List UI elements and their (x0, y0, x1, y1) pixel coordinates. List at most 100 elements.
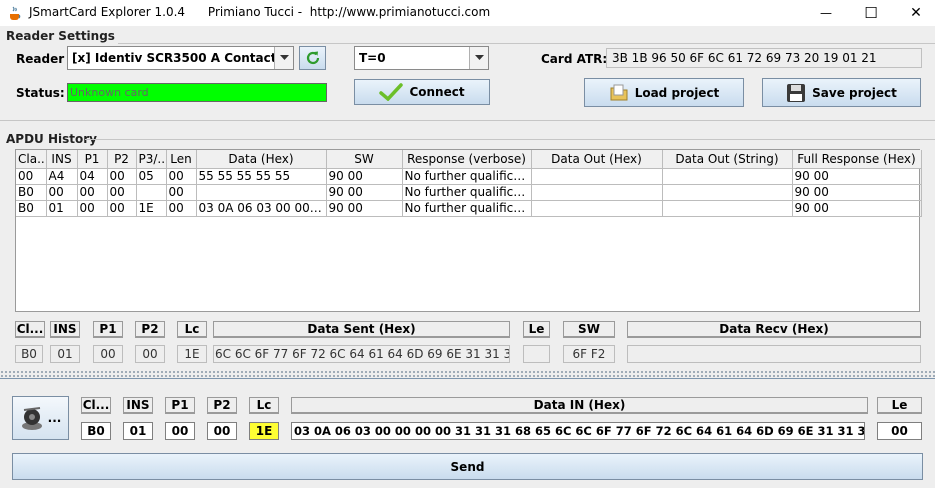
detail-p1-header: P1 (93, 321, 123, 338)
refresh-readers-button[interactable] (299, 46, 326, 70)
save-project-button[interactable]: Save project (762, 78, 921, 107)
detail-ins-header: INS (50, 321, 80, 338)
table-row[interactable]: 00 A4 04 00 05 00 55 55 55 55 55 90 00 No furthe… (16, 168, 922, 185)
settings-bottom-divider (0, 120, 935, 121)
table-cell: 90 00 (326, 168, 403, 185)
table-cell: 01 (46, 200, 78, 217)
java-cup-icon (10, 6, 21, 20)
apdu-history-table[interactable]: Cla... INS P1 P2 P3/... Len Data (Hex) SW Respon… (15, 149, 922, 312)
apdu-history-title: APDU History (6, 132, 97, 146)
column-header[interactable]: P1 (77, 150, 108, 169)
detail-cla-header: Cl... (15, 321, 45, 338)
macro-button-label: ... (47, 411, 62, 425)
table-cell: 03 0A 06 03 00 00 00... (196, 200, 327, 217)
table-cell (531, 184, 663, 201)
column-header[interactable]: INS (46, 150, 78, 169)
table-row[interactable]: B00100001E0003 0A 06 03 00 00 00...90 00… (16, 200, 922, 217)
column-header[interactable]: Len (166, 150, 197, 169)
column-header[interactable]: Data Out (String) (662, 150, 793, 169)
reader-settings-title: Reader Settings (6, 29, 115, 43)
minimize-button[interactable]: — (803, 0, 849, 26)
cmd-data-in-input[interactable]: 03 0A 06 03 00 00 00 00 31 31 31 68 65 6… (291, 422, 865, 440)
detail-p1-value: 00 (93, 345, 123, 363)
reader-label: Reader (16, 52, 65, 66)
column-header[interactable]: Data Out (Hex) (531, 150, 663, 169)
load-project-button[interactable]: Load project (584, 78, 744, 107)
column-header[interactable]: Full Response (Hex) (792, 150, 922, 169)
column-header[interactable]: Response (verbose) (402, 150, 532, 169)
table-cell: 00 (77, 200, 108, 217)
detail-cla-value: B0 (15, 345, 43, 363)
connect-button[interactable]: Connect (354, 79, 490, 105)
reader-select[interactable]: [x] Identiv SCR3500 A Contact Re... (67, 46, 294, 70)
protocol-select[interactable]: T=0 (354, 46, 489, 70)
maximize-button[interactable]: ☐ (848, 0, 894, 26)
checkmark-icon (379, 83, 404, 101)
detail-sw-value: 6F F2 (563, 345, 615, 363)
cmd-lc-input[interactable]: 1E (249, 422, 279, 440)
detail-data-recv-value (627, 345, 921, 363)
table-row[interactable]: B0 00 00 00 00 90 00 No further qualification 9… (16, 184, 922, 201)
refresh-icon (306, 51, 319, 65)
table-cell: 00 (77, 184, 108, 201)
column-header[interactable]: P2 (107, 150, 137, 169)
cmd-p2-input[interactable]: 00 (207, 422, 237, 440)
minimize-icon: — (820, 6, 832, 20)
column-header[interactable]: SW (326, 150, 403, 169)
status-label: Status: (16, 86, 65, 100)
table-cell: 90 00 (326, 184, 403, 201)
table-cell: 00 (46, 184, 78, 201)
send-label: Send (450, 459, 485, 474)
table-cell: 04 (77, 168, 108, 185)
reader-select-value: [x] Identiv SCR3500 A Contact Re... (72, 51, 294, 65)
send-button[interactable]: Send (12, 453, 923, 480)
table-cell: B0 (16, 184, 47, 201)
column-header[interactable]: Cla... (16, 150, 47, 169)
cmd-le-input[interactable]: 00 (877, 422, 922, 440)
table-cell: B0 (16, 200, 47, 217)
cmd-cla-header: Cl... (81, 397, 111, 414)
close-icon: ✕ (910, 5, 922, 21)
table-cell: 90 00 (792, 168, 922, 185)
splitter-line (0, 378, 935, 379)
splitter-handle[interactable] (0, 370, 935, 378)
save-project-label: Save project (812, 85, 897, 100)
cmd-p2-header: P2 (207, 397, 237, 414)
card-atr-label: Card ATR: (541, 52, 608, 66)
table-cell (531, 200, 663, 217)
table-cell: 00 (16, 168, 47, 185)
cmd-p1-header: P1 (165, 397, 195, 414)
column-header[interactable]: Data (Hex) (196, 150, 327, 169)
table-cell: No further qualification (402, 168, 532, 185)
detail-lc-header: Lc (177, 321, 207, 338)
macro-button[interactable]: ... (12, 396, 69, 440)
reel-icon (21, 407, 42, 430)
reader-settings-divider (118, 43, 935, 44)
folder-icon (610, 84, 628, 100)
detail-sw-header: SW (563, 321, 615, 338)
table-cell: 00 (166, 168, 197, 185)
detail-data-sent-header: Data Sent (Hex) (213, 321, 510, 338)
table-cell (662, 184, 793, 201)
cmd-le-header: Le (877, 397, 922, 414)
detail-p2-value: 00 (135, 345, 165, 363)
chevron-down-icon[interactable] (274, 47, 293, 69)
maximize-icon: ☐ (864, 4, 878, 22)
table-cell: 90 00 (792, 200, 922, 217)
table-cell: 90 00 (792, 184, 922, 201)
card-atr-field[interactable]: 3B 1B 96 50 6F 6C 61 72 69 73 20 19 01 2… (606, 48, 922, 68)
column-header[interactable]: P3/... (136, 150, 167, 169)
connect-label: Connect (409, 85, 465, 99)
detail-p2-header: P2 (135, 321, 165, 338)
status-field: Unknown card (67, 83, 327, 102)
table-cell (662, 200, 793, 217)
title-bar: JSmartCard Explorer 1.0.4 Primiano Tucci… (0, 0, 935, 26)
cmd-ins-input[interactable]: 01 (123, 422, 153, 440)
table-cell: 00 (107, 200, 137, 217)
cmd-cla-input[interactable]: B0 (81, 422, 111, 440)
cmd-p1-input[interactable]: 00 (165, 422, 195, 440)
chevron-down-icon[interactable] (469, 47, 488, 69)
floppy-disk-icon (787, 83, 806, 102)
close-button[interactable]: ✕ (893, 0, 935, 26)
table-cell (531, 168, 663, 185)
